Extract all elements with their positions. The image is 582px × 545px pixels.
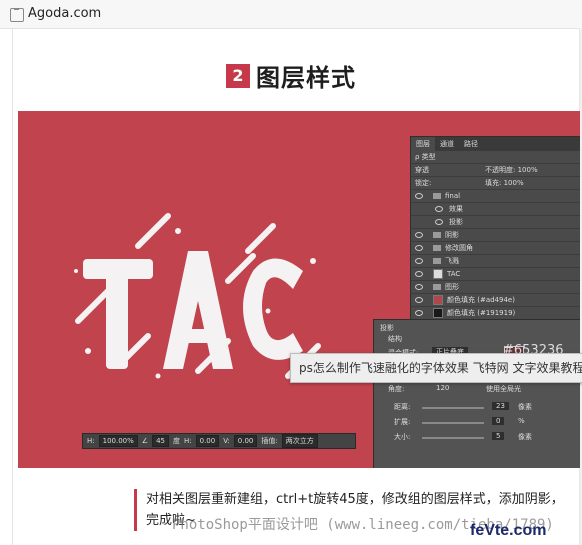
color-swatch — [433, 308, 443, 318]
layer-name: 阴影 — [445, 231, 459, 239]
ps-lock-row: 锁定: 填充: 100% — [411, 177, 580, 190]
distance-unit: 像素 — [518, 403, 532, 411]
size-unit: 像素 — [518, 433, 532, 441]
browser-titlebar: Agoda.com — [0, 0, 582, 29]
eye-icon[interactable] — [415, 284, 423, 290]
ps-filter-label[interactable]: ρ 类型 — [415, 152, 436, 162]
layer-row[interactable]: final — [411, 190, 580, 203]
ps-opacity[interactable]: 不透明度: 100% — [485, 165, 538, 175]
folder-icon — [433, 245, 441, 251]
section-number: 2 — [226, 63, 250, 88]
angle-unit: 度 — [172, 437, 180, 445]
eye-icon[interactable] — [415, 297, 423, 303]
distance-slider[interactable] — [422, 407, 484, 409]
layer-name: 颜色填充 (#ad494e) — [447, 296, 515, 304]
h-label: H: — [87, 437, 95, 445]
spread-slider[interactable] — [422, 422, 484, 424]
layer-name: 效果 — [449, 205, 463, 213]
interp-select[interactable]: 两次立方 — [281, 434, 318, 448]
layer-name: 图形 — [445, 283, 459, 291]
layer-row[interactable]: 投影 — [411, 216, 580, 229]
spread-label: 扩展: — [394, 418, 411, 426]
section-heading: 2 图层样式 — [226, 58, 356, 93]
layer-row[interactable]: 阴影 — [411, 229, 580, 242]
tac-letter-artwork — [74, 213, 321, 379]
ps-panel-tabs: 图层 通道 路径 — [411, 137, 580, 151]
folder-icon — [433, 258, 441, 264]
angle-value[interactable]: 120 — [436, 384, 449, 392]
text-layer-icon — [433, 269, 443, 279]
v-skew-label: V: — [223, 437, 230, 445]
tutorial-image: 图层 通道 路径 ρ 类型 穿透 不透明度: 100% 锁定: 填充: 100% f… — [18, 111, 580, 468]
folder-icon — [433, 232, 441, 238]
layer-name: TAC — [447, 270, 461, 278]
layer-name: 投影 — [449, 218, 463, 226]
section-title: 图层样式 — [256, 64, 356, 92]
spread-value[interactable]: 0 — [492, 417, 505, 425]
dialog-subtitle: 结构 — [388, 335, 402, 343]
size-slider[interactable] — [422, 437, 484, 439]
h-scale-field[interactable]: 100.00% — [98, 435, 138, 447]
dialog-title: 投影 — [380, 324, 394, 332]
eye-icon[interactable] — [415, 258, 423, 264]
interp-label: 插值: — [261, 437, 278, 445]
v-skew-field[interactable]: 0.00 — [233, 435, 258, 447]
ps-lock-label: 锁定: — [415, 179, 432, 187]
tab-paths[interactable]: 路径 — [459, 137, 483, 151]
eye-icon[interactable] — [415, 193, 423, 199]
distance-label: 距离: — [394, 403, 411, 411]
ps-blend-row: 穿透 不透明度: 100% — [411, 164, 580, 177]
angle-label: 角度: — [388, 385, 405, 393]
angle-icon: ∠ — [141, 437, 149, 445]
eye-icon[interactable] — [415, 310, 423, 316]
size-label: 大小: — [394, 433, 411, 441]
layer-row[interactable]: 颜色填充 (#ad494e) — [411, 294, 580, 307]
site-logo: feVte.com — [470, 522, 547, 539]
spread-unit: % — [518, 417, 525, 425]
tab-layers[interactable]: 图层 — [411, 137, 435, 151]
tab-channels[interactable]: 通道 — [435, 137, 459, 151]
ps-filter-row: ρ 类型 — [411, 151, 580, 164]
layer-row[interactable]: 图形 — [411, 281, 580, 294]
layer-name: final — [445, 192, 461, 200]
distance-value[interactable]: 23 — [492, 402, 509, 410]
layer-name: 修改圆角 — [445, 244, 473, 252]
layer-name: 飞溅 — [445, 257, 459, 265]
ps-blend-mode[interactable]: 穿透 — [415, 165, 485, 175]
eye-icon[interactable] — [415, 232, 423, 238]
link-tooltip: ps怎么制作飞速融化的字体效果 飞特网 文字效果教程 — [290, 353, 582, 383]
size-value[interactable]: 5 — [492, 432, 505, 440]
h-skew-field[interactable]: 0.00 — [195, 435, 220, 447]
layer-row[interactable]: 飞溅 — [411, 255, 580, 268]
eye-icon[interactable] — [435, 219, 443, 225]
layer-row[interactable]: TAC — [411, 268, 580, 281]
layer-name: 颜色填充 (#191919) — [447, 309, 516, 317]
layer-row[interactable]: 效果 — [411, 203, 580, 216]
transform-options-bar: H: 100.00% ∠ 45 度 H: 0.00 V: 0.00 插值: 两次… — [82, 433, 356, 449]
eye-icon[interactable] — [435, 206, 443, 212]
tab-page-icon — [10, 8, 24, 22]
folder-icon — [433, 193, 441, 199]
h-skew-label: H: — [183, 437, 192, 445]
ps-layers-panel: 图层 通道 路径 ρ 类型 穿透 不透明度: 100% 锁定: 填充: 100% f… — [410, 136, 580, 333]
layer-style-dialog: 投影 结构 混合模式: 正片叠底 角度: 120 使用全局光 距离: 23 像素… — [373, 319, 580, 468]
eye-icon[interactable] — [415, 271, 423, 277]
folder-icon — [433, 284, 441, 290]
global-light-checkbox[interactable]: 使用全局光 — [486, 384, 521, 394]
layer-row[interactable]: 修改圆角 — [411, 242, 580, 255]
window-title: Agoda.com — [28, 6, 102, 21]
color-swatch — [433, 295, 443, 305]
ps-fill[interactable]: 填充: 100% — [485, 178, 524, 188]
rotate-angle-field[interactable]: 45 — [152, 435, 169, 447]
eye-icon[interactable] — [415, 245, 423, 251]
